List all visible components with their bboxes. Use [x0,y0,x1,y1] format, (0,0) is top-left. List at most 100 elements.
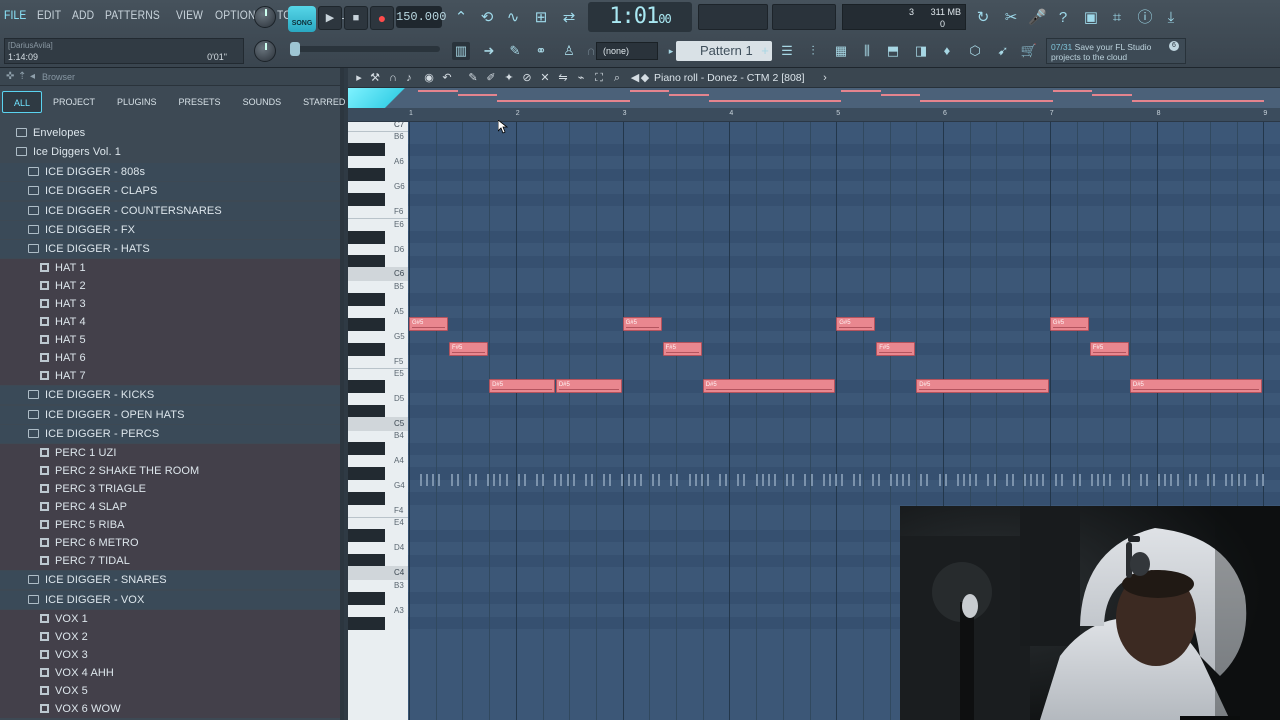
midi-note[interactable]: D#5 [555,379,622,394]
slip-tool-icon[interactable]: ⇋ [556,70,570,86]
browser-file-item[interactable]: PERC 5 RIBA [0,516,340,535]
mixer-icon[interactable]: ⫶ [804,42,822,60]
black-key[interactable] [348,591,385,605]
browser-folder-item[interactable]: Envelopes [0,124,340,142]
mute-tool-icon[interactable]: ✕ [538,70,552,86]
browser-folder-item[interactable]: ICE DIGGER - OPEN HATS [0,405,340,424]
browser-file-item[interactable]: VOX 2 [0,627,340,646]
add-pattern-icon[interactable]: + [756,42,774,60]
tempo-display[interactable]: 150.000 [396,6,446,28]
browser-file-item[interactable]: VOX 1 [0,609,340,628]
browser-folder-item[interactable]: ICE DIGGER - 808s [0,162,340,181]
undo-icon[interactable]: ↶ [440,70,454,86]
menu-patterns[interactable]: PATTERNS [105,8,160,22]
channel-rack-icon[interactable]: ▦ [832,42,850,60]
metronome-icon[interactable]: ⌃ [452,9,470,27]
black-key[interactable] [348,317,385,331]
pattern-song-toggle[interactable]: SONG [288,6,316,32]
browser-file-item[interactable]: HAT 3 [0,295,340,314]
speaker-icon[interactable]: ◂ [30,68,35,86]
touch-keyboard-icon[interactable]: ⬡ [966,42,984,60]
paint-brush-icon[interactable]: ✐ [484,70,498,86]
browser-tab-project[interactable]: PROJECT [42,91,106,113]
midi-note[interactable]: F#5 [662,342,702,357]
midi-note[interactable]: G#5 [622,317,662,332]
browser-tab-sounds[interactable]: SOUNDS [232,91,293,113]
record-button[interactable]: ● [370,6,394,30]
browser-file-item[interactable]: PERC 1 UZI [0,444,340,463]
menu-view[interactable]: VIEW [176,8,203,22]
stamp-icon[interactable]: ♙ [560,42,578,60]
black-key[interactable] [348,467,385,481]
snap-select[interactable]: (none) [596,42,658,60]
download-icon[interactable]: ⤓ [1162,9,1180,27]
browser-folder-item[interactable]: ICE DIGGER - HATS [0,240,340,259]
stop-button[interactable]: ■ [344,6,368,30]
black-key[interactable] [348,529,385,543]
black-key[interactable] [348,492,385,505]
browser-file-item[interactable]: HAT 4 [0,313,340,332]
menu-edit[interactable]: EDIT [37,8,61,22]
midi-note[interactable]: D#5 [1129,379,1263,394]
browser-file-item[interactable]: HAT 2 [0,277,340,296]
browser-file-item[interactable]: VOX 6 WOW [0,699,340,718]
black-key[interactable] [348,230,385,244]
browser-file-item[interactable]: HAT 1 [0,259,340,278]
step-edit-icon[interactable]: ∿ [504,9,522,27]
delete-tool-icon[interactable]: ⊘ [520,70,534,86]
note-icon[interactable]: ♪ [402,70,416,86]
record-mode-icon[interactable]: ◉ [422,70,436,86]
browser-tab-starred[interactable]: STARRED [292,91,356,113]
arrow-right-icon[interactable]: ➜ [480,42,498,60]
save-icon[interactable]: ▣ [1082,9,1100,27]
browser-icon[interactable]: ⬒ [884,42,902,60]
browser-tab-presets[interactable]: PRESETS [168,91,232,113]
midi-note[interactable]: F#5 [1089,342,1129,357]
piano-roll-view-icon[interactable]: ▥ [452,42,470,60]
black-key[interactable] [348,379,385,393]
browser-folder-item[interactable]: ICE DIGGER - VOX [0,590,340,609]
midi-note[interactable]: D#5 [916,379,1049,394]
browser-file-item[interactable]: HAT 7 [0,367,340,386]
browser-tab-plugins[interactable]: PLUGINS [106,91,168,113]
main-volume-knob[interactable] [254,6,276,28]
browser-file-item[interactable]: VOX 5 [0,681,340,700]
black-key[interactable] [348,143,385,157]
piano-keyboard[interactable]: C7 B6 A6 G6 F6 E6 D6 C6 B5 A5 G5 F5 E5 D5 C5 B4 A4 G4 F4 E4… [348,120,408,720]
news-panel[interactable]: 07/31 Save your FL Studio projects to th… [1046,38,1186,64]
black-key[interactable] [348,193,385,207]
wave-icon[interactable]: ➹ [994,42,1012,60]
plugin-picker-icon[interactable]: ♦ [938,42,956,60]
speaker-small-icon[interactable]: ◆ [638,70,652,86]
plugin-database-icon[interactable]: ◨ [912,42,930,60]
shop-cart-icon[interactable]: 🛒 [1020,42,1038,60]
browser-file-item[interactable]: PERC 3 TRIAGLE [0,480,340,499]
select-box-icon[interactable]: ⛶ [592,70,606,86]
midi-note[interactable]: D#5 [702,379,836,394]
browser-file-item[interactable]: VOX 4 AHH [0,663,340,682]
browser-file-item[interactable]: PERC 4 SLAP [0,498,340,517]
title-arrow-icon[interactable]: › [818,70,832,86]
slice-tool-icon[interactable]: ⌁ [574,70,588,86]
brush-icon[interactable]: ✎ [506,42,524,60]
midi-note[interactable]: F#5 [449,342,489,357]
midi-note[interactable]: D#5 [489,379,555,394]
up-arrow-icon[interactable]: ⇡ [18,68,26,86]
browser-file-item[interactable]: VOX 3 [0,645,340,664]
playlist-icon[interactable]: ☰ [778,42,796,60]
browser-file-item[interactable]: PERC 7 TIDAL [0,552,340,571]
midi-note[interactable]: G#5 [1049,317,1089,332]
piano-roll-overview[interactable] [348,88,1280,122]
browser-folder-item[interactable]: ICE DIGGER - FX [0,221,340,239]
black-key[interactable] [348,442,385,456]
black-key[interactable] [348,342,385,356]
master-volume-slider[interactable] [290,42,440,56]
countdown-icon[interactable]: ⇄ [560,9,578,27]
piano-roll-menu-icon[interactable]: ▸ [352,70,366,86]
typing-keyboard-icon[interactable]: ⊞ [532,9,550,27]
browser-tab-all[interactable]: ALL [2,91,43,113]
piano-roll-icon[interactable]: ⫼ [858,42,876,60]
browser-folder-item[interactable]: ICE DIGGER - KICKS [0,386,340,405]
help-icon[interactable]: ? [1054,9,1072,27]
menu-add[interactable]: ADD [72,8,94,22]
